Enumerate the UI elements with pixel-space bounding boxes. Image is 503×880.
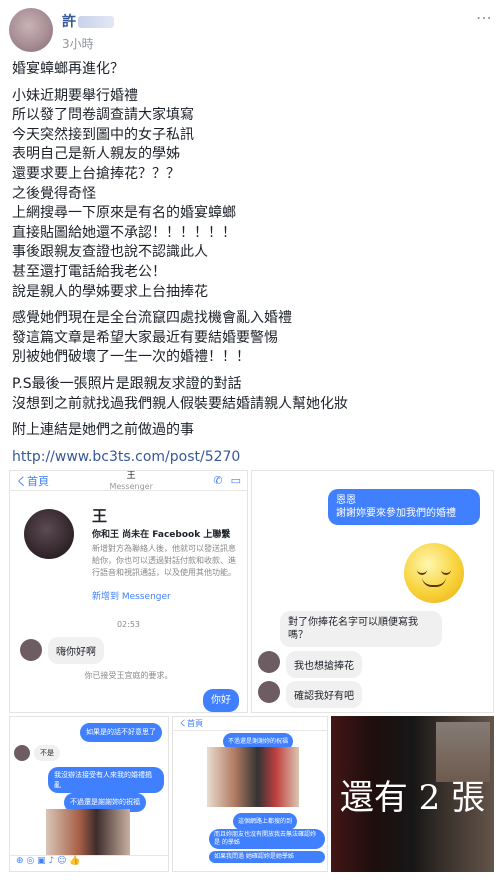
name-blur	[78, 16, 114, 28]
contact-initial: 王	[126, 471, 136, 481]
confirm-bubble: 確認我好有吧	[286, 681, 362, 708]
post-timestamp[interactable]: 3小時	[62, 35, 94, 52]
greeting-bubble: 嗨你好啊	[48, 637, 104, 664]
author-avatar[interactable]	[9, 8, 53, 52]
post-line: 事後跟親友查證也說不認識此人	[12, 244, 208, 261]
post-line: 表明自己是新人親友的學姊	[12, 146, 180, 163]
post-line: 還要求要上台搶捧花？？？	[12, 165, 180, 182]
post-line: 所以發了問卷調查請大家填寫	[12, 107, 194, 124]
chat-time: 02:53	[116, 620, 141, 629]
post-text: 婚宴蟑螂再進化？ 小妹近期要舉行婚禮所以發了問卷調查請大家填寫 今天突然接到圖中的女…	[12, 60, 492, 467]
contact-notice: 新增對方為聯絡人後，他就可以發送訊息給你，你也可以透過對話付款和收款、進行語音和…	[92, 544, 236, 577]
back-home-link: く首頁	[16, 474, 49, 488]
composer-bar: ⊕ ◎ ▣ ♪ ☺ 👍	[10, 855, 168, 871]
post-paragraph: P.S最後一張照片是跟親友求證的對話沒想到之前就找過我們親人假裝要結婚請親人幫她…	[12, 375, 492, 414]
no-bubble: 不是	[34, 745, 60, 761]
messenger-label: Messenger	[109, 482, 153, 491]
wedding-photo-thumb	[46, 809, 130, 855]
post-line: 感覺她們現在是全台流竄四處找機會亂入婚禮	[12, 310, 292, 327]
searchable-bubble: 這個網路上都搜的到	[233, 813, 298, 830]
messenger-top-bar: く首頁 王 Messenger ✆ ▭	[10, 471, 247, 491]
add-to-messenger-link: 新增到 Messenger	[92, 592, 171, 602]
photo-1[interactable]: く首頁 王 Messenger ✆ ▭ 王 你和王 尚未在 Facebook 上…	[9, 470, 248, 713]
friend-line: 你和王 尚未在 Facebook 上聯繫	[92, 530, 231, 540]
photo-3[interactable]: 如果是的話不好意思了 不是 我沒辦法接受有人來我的婚禮搗亂 不過還是謝謝妳的祝福…	[9, 716, 169, 872]
want-bouquet-bubble: 我也想搶捧花	[286, 651, 362, 678]
video-icon: ▭	[230, 474, 241, 487]
back-home-link-2: く首頁	[179, 719, 203, 728]
post-line: P.S最後一張照片是跟親友求證的對話	[12, 375, 242, 392]
post-paragraph: 婚宴蟑螂再進化？	[12, 60, 492, 80]
accept-note: 你已接受王宜庭的要求。	[84, 671, 173, 680]
post-line: 小妹近期要舉行婚禮	[12, 87, 138, 104]
more-photos-overlay: 還有 2 張	[331, 716, 494, 872]
post-paragraph: 小妹近期要舉行婚禮所以發了問卷調查請大家填寫 今天突然接到圖中的女子私訊 表明自己是…	[12, 87, 492, 303]
post-paragraph: 附上連結是她們之前做過的事	[12, 421, 492, 441]
sorry-bubble: 如果是的話不好意思了	[80, 723, 162, 742]
photo-2[interactable]: 恩恩 謝謝妳要來參加我們的婚禮 對了你捧花名字可以順便寫我嗎？ 我也想搶捧花 確…	[251, 470, 494, 713]
post-line: 說是親人的學姊要求上台抽捧花	[12, 283, 208, 300]
photo-5-more[interactable]: 還有 2 張	[331, 716, 494, 872]
smiley-sticker	[404, 543, 464, 603]
cannot-accept-bubble: 我沒辦法接受有人來我的婚禮搗亂	[48, 767, 164, 793]
post-line: 直接貼圖給她還不承認！！！！！！	[12, 224, 236, 241]
post-line: 之後覺得奇怪	[12, 185, 96, 202]
sender-avatar-2	[258, 651, 280, 673]
sender-avatar-3	[258, 681, 280, 703]
post-line: 今天突然接到圖中的女子私訊	[12, 126, 194, 143]
post-line: 發這篇文章是希望大家最近有要結婚要警惕	[12, 329, 278, 346]
sender-avatar-4	[14, 745, 30, 761]
author-name[interactable]: 許	[62, 11, 114, 31]
post-line: 附上連結是她們之前做過的事	[12, 422, 194, 439]
contact-name: 王	[92, 507, 108, 525]
post-link[interactable]: http://www.bc3ts.com/post/5270	[12, 449, 240, 465]
post-paragraph: 感覺她們現在是全台流竄四處找機會亂入婚禮 發這篇文章是希望大家最近有要結婚要警惕別…	[12, 309, 492, 368]
more-options-icon[interactable]: ⋯	[476, 8, 493, 27]
contact-photo	[24, 509, 74, 559]
reply-bubble: 你好	[203, 689, 239, 712]
post-line: 甚至還打電話給我老公！	[12, 263, 166, 280]
post-line: 沒想到之前就找過我們親人假裝要結婚請親人幫她化妝	[12, 395, 348, 412]
cannot-confirm-bubble: 而且妳朋友也沒有開放我去無法確認妳是 的學姊	[209, 829, 325, 849]
wedding-photo-thumb-2	[207, 747, 299, 807]
sender-avatar	[20, 639, 42, 661]
post-line: 上網搜尋一下原來是有名的婚宴蟑螂	[12, 205, 236, 222]
thanks-bubble: 恩恩 謝謝妳要來參加我們的婚禮	[328, 489, 480, 525]
phone-icon: ✆	[213, 474, 223, 487]
if-asked-bubble: 如果我問過 她確認妳是她學姊	[209, 851, 325, 863]
post-line: 別被她們破壞了一生一次的婚禮！！！	[12, 349, 250, 366]
post-line: 婚宴蟑螂再進化？	[12, 61, 124, 77]
messenger-top-bar-2: く首頁	[173, 717, 327, 731]
bouquet-request-bubble: 對了你捧花名字可以順便寫我嗎？	[280, 611, 442, 647]
photo-4[interactable]: く首頁 不過還是謝謝妳的祝福 這個網路上都搜的到 而且妳朋友也沒有開放我去無法確…	[172, 716, 328, 872]
